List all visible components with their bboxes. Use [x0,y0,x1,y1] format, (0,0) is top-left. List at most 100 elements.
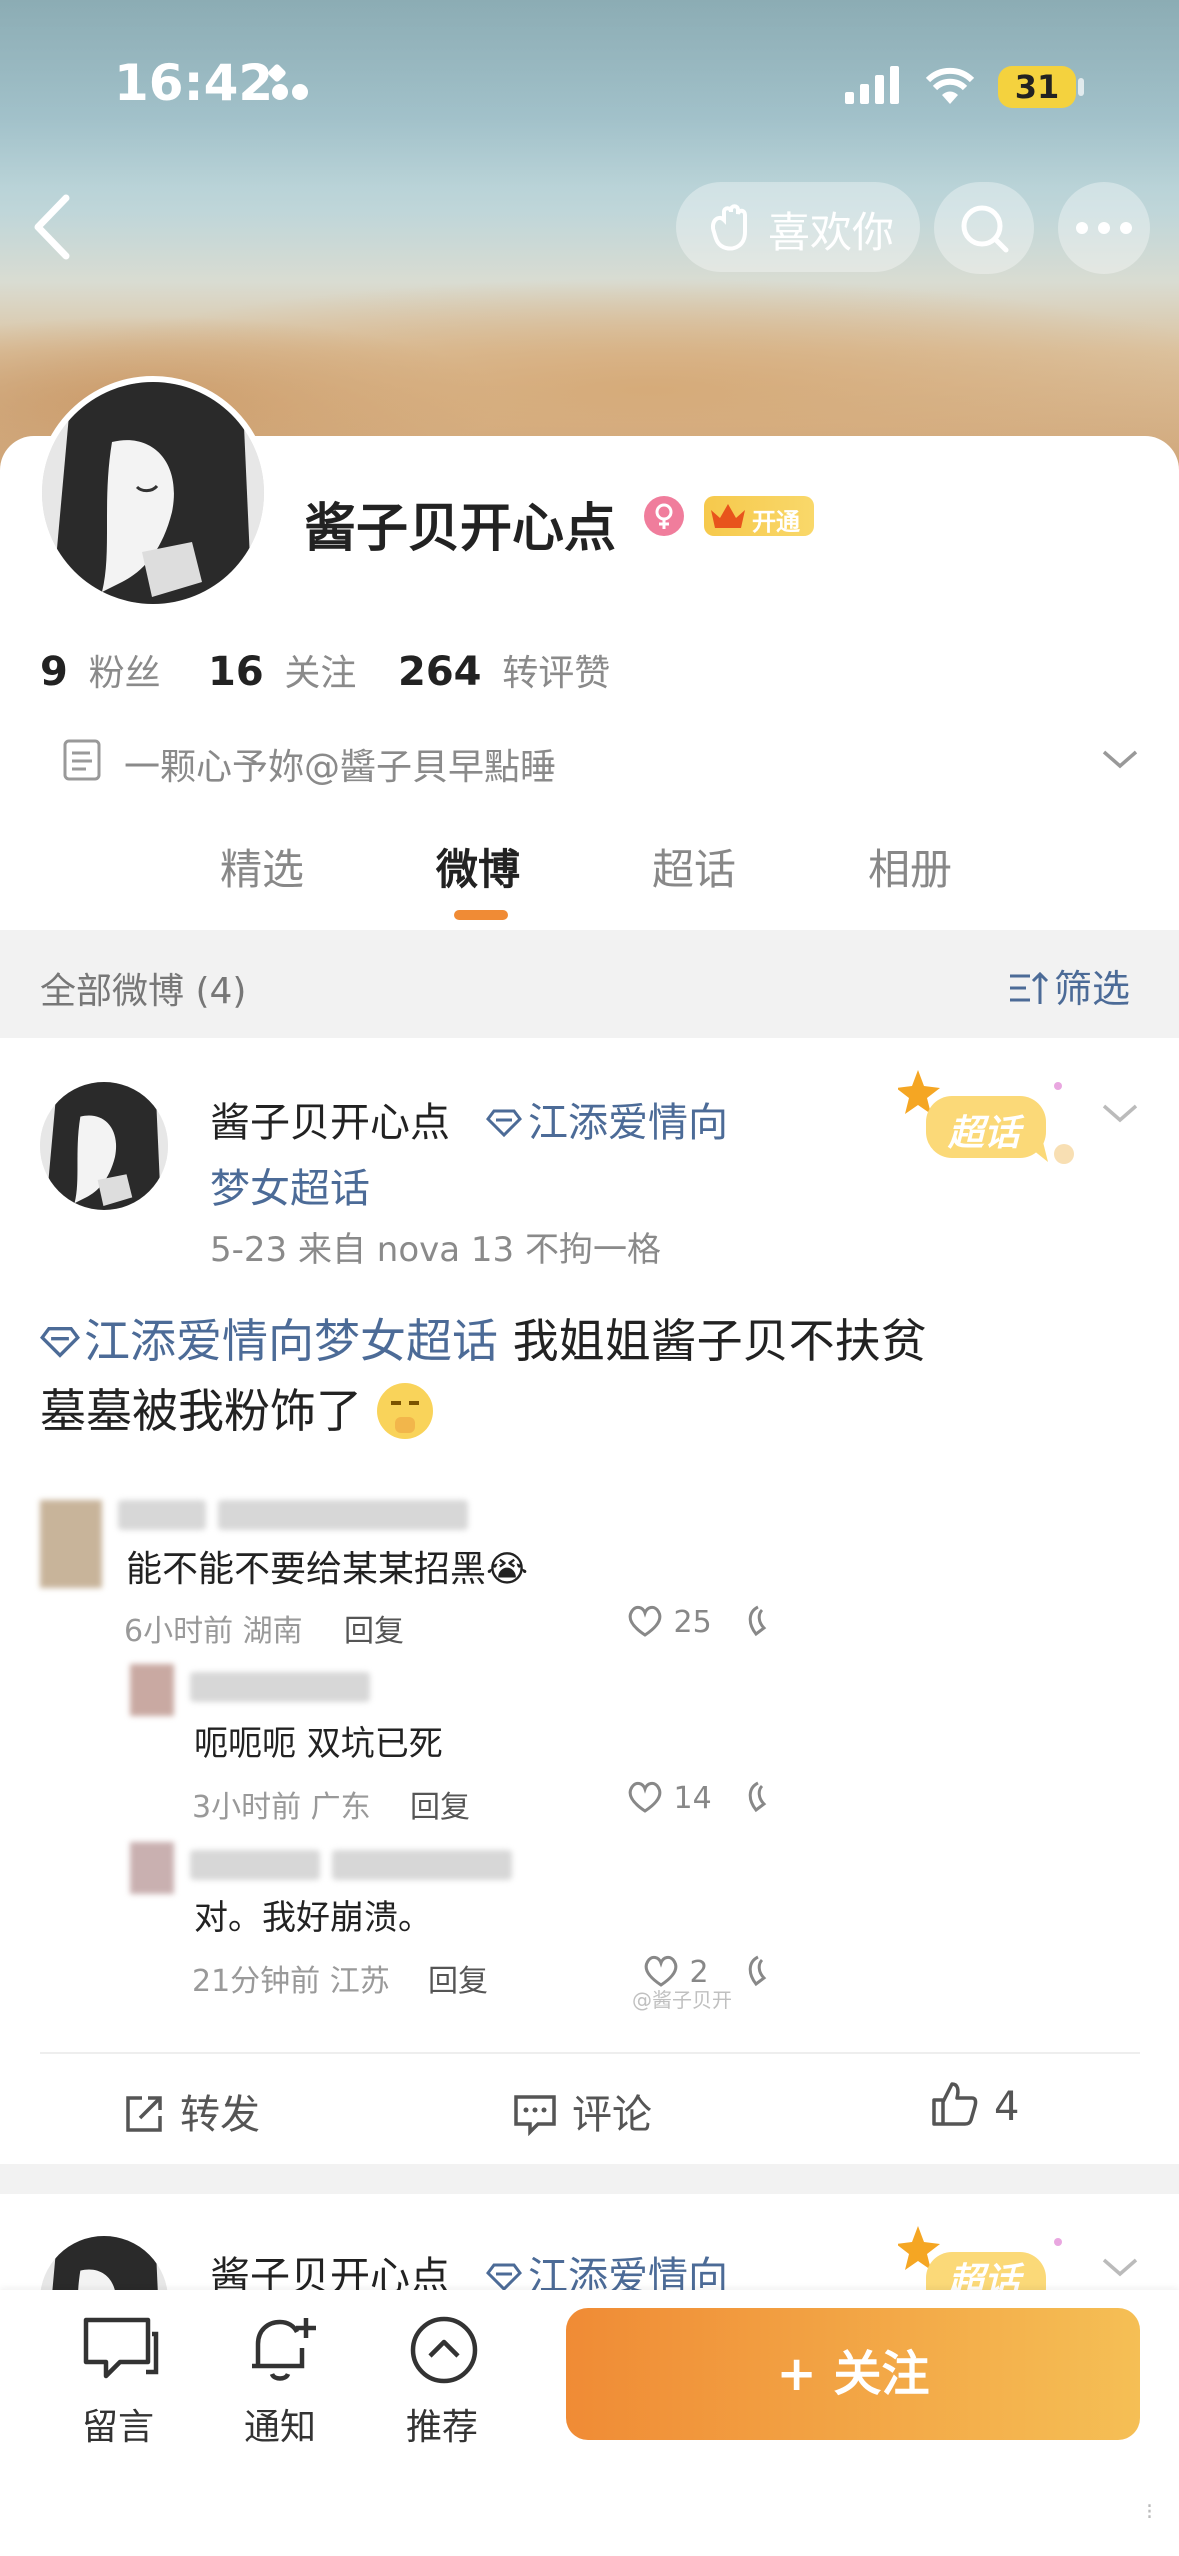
divider [40,2052,1140,2054]
vip-open-label: 开通 [752,508,800,536]
dislike-icon[interactable] [744,1954,768,1988]
reply-avatar [130,1664,174,1716]
content-line2: 墓墓被我粉饰了 [40,1384,362,1438]
all-posts-title: 全部微博 (4) [40,971,247,1012]
dislike-icon[interactable] [744,1604,768,1638]
repost-icon [126,2096,162,2132]
app-indicator-icon [264,64,314,104]
filter-label: 筛选 [1054,967,1131,1011]
commenter-name-blur [118,1500,206,1530]
filter-icon [1010,971,1049,1004]
comment-like-count: 25 [673,1605,712,1640]
post-menu-button[interactable] [1100,1098,1140,1128]
post-topic-link[interactable]: 江添爱情向 [486,1090,728,1148]
commenter-name-blur [218,1500,468,1530]
diamond-icon [40,1327,80,1358]
repost-label: 转发 [180,2092,260,2138]
reply-text: 对。我好崩溃。 [194,1898,432,1938]
reply-time: 3小时前 广东 [192,1790,371,1825]
following-stat[interactable]: 16 关注 [208,644,356,696]
thumbs-up-icon [932,2082,978,2126]
repost-button[interactable]: 转发 [122,2082,260,2140]
message-button[interactable]: 留言 [60,2310,180,2450]
heart-icon [644,1955,678,1987]
dislike-icon[interactable] [744,1780,768,1814]
bell-plus-icon [252,2318,316,2381]
filter-button[interactable]: 筛选 [1006,958,1130,1013]
comment-like[interactable]: 25 [626,1604,712,1640]
content-topic-link[interactable]: 江添爱情向梦女超话 [40,1314,498,1368]
tab-featured[interactable]: 精选 [220,836,304,897]
interactions-count: 264 [398,649,482,695]
post2-menu-button[interactable] [1100,2252,1140,2282]
profile-page: 16:42 31 喜欢你 酱子贝开心点 开通 9 粉丝 16 关注 264 转评… [0,0,1179,2556]
following-label: 关注 [284,653,357,694]
profile-name: 酱子贝开心点 [304,499,617,559]
notify-button[interactable]: 通知 [222,2310,342,2450]
image-watermark: @酱子贝开 [632,1988,732,2012]
tab-super-topic[interactable]: 超话 [652,836,736,897]
following-count: 16 [208,649,264,695]
reply-text: 呃呃呃 双坑已死 [194,1724,443,1764]
post-author-name[interactable]: 酱子贝开心点 [210,1090,450,1148]
follow-button[interactable]: + 关注 [566,2308,1140,2440]
search-icon [961,205,1009,253]
followers-stat[interactable]: 9 粉丝 [40,644,161,696]
post-topic-line2[interactable]: 梦女超话 [210,1156,370,1214]
comment-label: 评论 [572,2092,652,2138]
reply-reply[interactable]: 回复 [410,1782,470,1826]
comment-button[interactable]: 评论 [512,2082,652,2140]
status-time: 16:42 [114,54,274,112]
search-button[interactable] [934,182,1034,274]
reply-name-blur [190,1672,370,1702]
diamond-icon [486,1109,522,1138]
reply-like-count: 14 [673,1781,712,1816]
reply-name-blur [332,1850,512,1880]
reply-avatar [130,1842,174,1894]
recommend-button[interactable]: 推荐 [384,2310,504,2450]
battery-level: 31 [1014,68,1060,106]
like-you-button[interactable]: 喜欢你 [676,182,920,272]
battery-tip [1078,78,1084,96]
post-author-avatar[interactable] [40,1082,168,1210]
comment-text: 能不能不要给某某招黑😭 [126,1549,529,1590]
shush-emoji-icon [376,1383,433,1439]
content-line1: 我姐姐酱子贝不扶贫 [498,1314,927,1368]
tab-album[interactable]: 相册 [868,836,952,897]
like-count: 4 [994,2084,1020,2130]
post-topic-line1: 江添爱情向 [528,1100,728,1146]
commenter-avatar [40,1500,102,1588]
profile-avatar[interactable] [36,376,270,610]
diamond-icon [486,2263,522,2292]
expand-bio-button[interactable] [1100,744,1140,774]
signal-icon [845,64,905,108]
reply-name-blur [190,1850,320,1880]
message-label: 留言 [82,2407,155,2448]
comment-time: 6小时前 湖南 [124,1614,303,1649]
comment-reply[interactable]: 回复 [344,1606,404,1650]
more-icon [1076,222,1132,234]
more-button[interactable] [1058,182,1150,274]
heart-icon [628,1781,662,1813]
interactions-label: 转评赞 [502,653,611,694]
post-content: 江添爱情向梦女超话 我姐姐酱子贝不扶贫 墓墓被我粉饰了 [40,1306,1140,1446]
heart-icon [628,1605,662,1637]
post2-super-topic-badge[interactable]: 超话 [898,2222,1078,2292]
female-icon [644,496,684,536]
back-button[interactable] [28,190,78,264]
crown-icon [711,504,745,528]
like-button[interactable]: 4 [930,2080,1019,2130]
reply-like[interactable]: 14 [626,1780,712,1816]
interactions-stat[interactable]: 264 转评赞 [398,644,610,696]
vip-open-badge[interactable]: 开通 [704,496,814,536]
super-topic-badge-label: 超话 [948,1113,1021,1154]
post2-badge-label: 超话 [948,2261,1021,2292]
tab-weibo[interactable]: 微博 [436,836,520,897]
followers-label: 粉丝 [88,653,161,694]
reply-reply[interactable]: 回复 [428,1956,488,2000]
chevron-down-icon [1102,1104,1138,1123]
like-you-label: 喜欢你 [768,208,895,257]
tab-active-indicator [454,910,508,920]
super-topic-badge[interactable]: 超话 [898,1066,1078,1176]
chevron-down-icon [1102,750,1138,769]
